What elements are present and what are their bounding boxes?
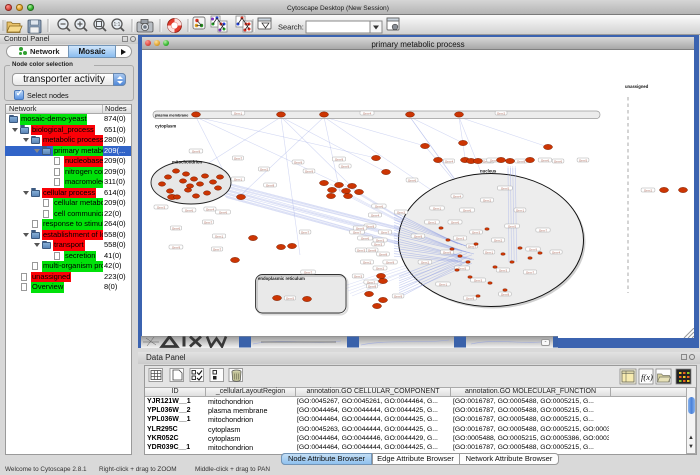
svg-text:Gen-8: Gen-8 bbox=[501, 292, 510, 296]
svg-text:Gen-2: Gen-2 bbox=[376, 266, 385, 270]
svg-text:Gen-5: Gen-5 bbox=[579, 158, 588, 162]
svg-text:Gen-2: Gen-2 bbox=[494, 238, 503, 242]
svg-text:Gen-9: Gen-9 bbox=[529, 247, 538, 251]
svg-text:Gen-7: Gen-7 bbox=[539, 228, 548, 232]
svg-text:Gen-8: Gen-8 bbox=[368, 284, 377, 288]
svg-text:Gen-5: Gen-5 bbox=[286, 296, 295, 300]
svg-text:Gen-4: Gen-4 bbox=[371, 213, 380, 217]
svg-text:Gen-2: Gen-2 bbox=[644, 188, 653, 192]
svg-text:plasma membrane: plasma membrane bbox=[155, 113, 188, 117]
svg-text:Gen-1: Gen-1 bbox=[485, 250, 494, 254]
svg-text:1:1: 1:1 bbox=[114, 22, 121, 28]
svg-text:Gen-2: Gen-2 bbox=[483, 198, 492, 202]
svg-text:Gen-6: Gen-6 bbox=[172, 226, 181, 230]
svg-text:Gen-1: Gen-1 bbox=[433, 206, 442, 210]
svg-text:Search:: Search: bbox=[278, 23, 304, 32]
svg-text:Gen-8: Gen-8 bbox=[368, 248, 377, 252]
svg-text:Gen-6: Gen-6 bbox=[408, 178, 417, 182]
svg-text:Gen-8: Gen-8 bbox=[266, 183, 275, 187]
svg-text:Gen-9: Gen-9 bbox=[341, 164, 350, 168]
svg-text:Gen-9: Gen-9 bbox=[414, 234, 423, 238]
svg-text:Gen-9: Gen-9 bbox=[335, 157, 344, 161]
svg-text:Gen-9: Gen-9 bbox=[366, 224, 375, 228]
svg-text:Gen-4: Gen-4 bbox=[363, 111, 372, 115]
svg-text:Gen-3: Gen-3 bbox=[157, 205, 166, 209]
svg-text:Gen-6: Gen-6 bbox=[185, 208, 194, 212]
svg-text:Gen-3: Gen-3 bbox=[376, 238, 385, 242]
svg-text:Gen-9: Gen-9 bbox=[466, 296, 475, 300]
svg-text:Gen-2: Gen-2 bbox=[363, 260, 372, 264]
svg-text:Gen-4: Gen-4 bbox=[453, 194, 462, 198]
svg-text:Gen-1: Gen-1 bbox=[516, 208, 525, 212]
svg-text:Gen-9: Gen-9 bbox=[356, 226, 365, 230]
svg-text:Gen-2: Gen-2 bbox=[260, 167, 269, 171]
svg-text:Gen-9: Gen-9 bbox=[443, 250, 452, 254]
svg-text:Gen-9: Gen-9 bbox=[394, 294, 403, 298]
svg-text:Gen-3: Gen-3 bbox=[499, 268, 508, 272]
svg-text:Gen-1: Gen-1 bbox=[234, 111, 243, 115]
svg-text:Gen-9: Gen-9 bbox=[305, 169, 314, 173]
svg-text:Gen-9: Gen-9 bbox=[192, 149, 201, 153]
svg-text:Gen-5: Gen-5 bbox=[501, 186, 510, 190]
svg-text:Gen-9: Gen-9 bbox=[386, 260, 395, 264]
svg-text:nucleus: nucleus bbox=[480, 168, 497, 173]
svg-text:Gen-2: Gen-2 bbox=[497, 111, 506, 115]
svg-text:Gen-6: Gen-6 bbox=[361, 236, 370, 240]
svg-text:Gen-6: Gen-6 bbox=[451, 220, 460, 224]
svg-text:Gen-2: Gen-2 bbox=[397, 210, 406, 214]
svg-text:Gen-3: Gen-3 bbox=[357, 248, 366, 252]
svg-text:Gen-3: Gen-3 bbox=[354, 274, 363, 278]
svg-text:Gen-4: Gen-4 bbox=[445, 159, 454, 163]
svg-text:Gen-7: Gen-7 bbox=[213, 247, 222, 251]
svg-text:Gen-2: Gen-2 bbox=[421, 260, 430, 264]
svg-text:Gen-6: Gen-6 bbox=[541, 158, 550, 162]
svg-text:Gen-6: Gen-6 bbox=[463, 208, 472, 212]
svg-text:Gen-7: Gen-7 bbox=[526, 270, 535, 274]
svg-text:Gen-1: Gen-1 bbox=[215, 234, 224, 238]
svg-text:Gen-6: Gen-6 bbox=[554, 159, 563, 163]
svg-text:Gen-3: Gen-3 bbox=[472, 230, 481, 234]
svg-text:Gen-3: Gen-3 bbox=[374, 242, 383, 246]
svg-text:Gen-3: Gen-3 bbox=[456, 236, 465, 240]
svg-text:Gen-7: Gen-7 bbox=[381, 230, 390, 234]
svg-text:Gen-9: Gen-9 bbox=[172, 245, 181, 249]
svg-text:Gen-1: Gen-1 bbox=[234, 177, 243, 181]
svg-text:Gen-7: Gen-7 bbox=[353, 230, 362, 234]
svg-text:Gen-5: Gen-5 bbox=[508, 224, 517, 228]
svg-text:Gen-7: Gen-7 bbox=[304, 270, 313, 274]
svg-text:Gen-2: Gen-2 bbox=[428, 220, 437, 224]
svg-text:Gen-7: Gen-7 bbox=[204, 220, 213, 224]
svg-text:Gen-4: Gen-4 bbox=[552, 250, 561, 254]
svg-text:Gen-4: Gen-4 bbox=[206, 207, 215, 211]
svg-text:endoplasmic reticulum: endoplasmic reticulum bbox=[258, 276, 305, 281]
svg-text:mitochondrion: mitochondrion bbox=[172, 160, 202, 165]
svg-text:Gen-7: Gen-7 bbox=[301, 230, 310, 234]
svg-text:Gen-3: Gen-3 bbox=[474, 278, 483, 282]
svg-text:unassigned: unassigned bbox=[625, 84, 649, 89]
svg-text:Gen-6: Gen-6 bbox=[219, 210, 228, 214]
svg-text:Gen-9: Gen-9 bbox=[294, 160, 303, 164]
svg-text:Gen-6: Gen-6 bbox=[375, 204, 384, 208]
svg-text:Gen-7: Gen-7 bbox=[234, 156, 243, 160]
svg-text:Gen-1: Gen-1 bbox=[439, 282, 448, 286]
svg-text:Gen-8: Gen-8 bbox=[517, 159, 526, 163]
svg-text:Gen-8: Gen-8 bbox=[379, 252, 388, 256]
svg-text:cytoplasm: cytoplasm bbox=[155, 124, 176, 129]
